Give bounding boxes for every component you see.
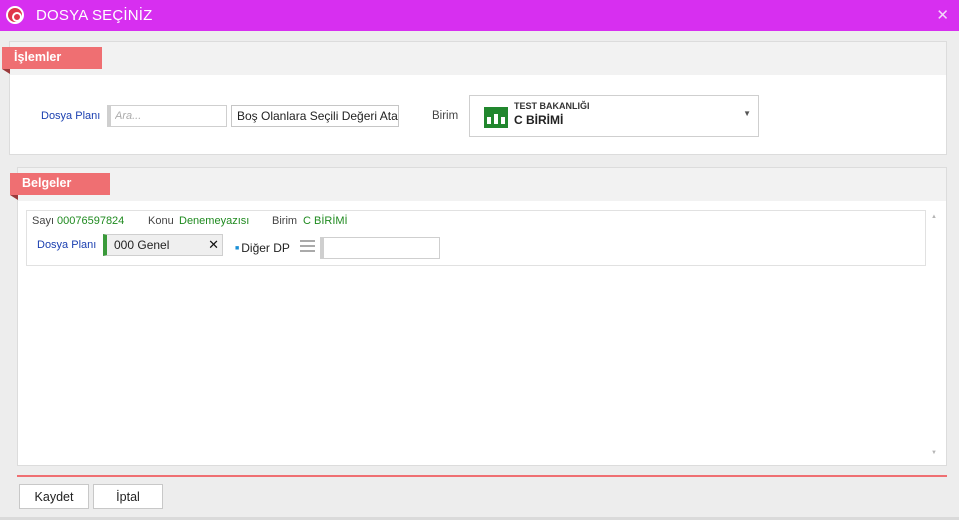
cancel-button[interactable]: İptal <box>93 484 163 509</box>
operations-header: İşlemler <box>2 47 102 74</box>
file-plan-search-input[interactable] <box>107 105 227 127</box>
close-icon[interactable]: ✕ <box>936 6 949 24</box>
scroll-down-icon[interactable]: ▼ <box>931 450 937 456</box>
save-button[interactable]: Kaydet <box>19 484 89 509</box>
number-label: Sayı <box>32 215 55 227</box>
building-icon <box>484 107 508 128</box>
window-title: DOSYA SEÇİNİZ <box>36 7 153 24</box>
scroll-up-icon[interactable]: ▲ <box>931 214 937 220</box>
document-unit-label: Birim <box>272 215 298 227</box>
title-bar: DOSYA SEÇİNİZ ✕ <box>0 0 959 31</box>
unit-label: Birim <box>432 110 459 122</box>
other-dp-label: ■ Diğer DP <box>235 241 290 255</box>
assign-selected-to-empty-button[interactable]: Boş Olanlara Seçili Değeri Ata <box>231 105 399 127</box>
footer-divider <box>17 475 947 477</box>
app-logo-icon <box>6 6 24 24</box>
other-dp-label-text: Diğer DP <box>241 241 290 255</box>
documents-header: Belgeler <box>10 173 110 200</box>
document-card: Sayı 00076597824 Konu Denemeyazısı Birim… <box>26 210 926 266</box>
documents-panel-header: Belgeler <box>10 168 946 201</box>
document-unit: C BİRİMİ <box>303 215 348 227</box>
unit-organization: TEST BAKANLIĞI <box>514 101 590 111</box>
list-icon[interactable] <box>300 240 315 252</box>
document-number: 00076597824 <box>57 215 125 227</box>
remove-icon[interactable]: ✕ <box>208 237 219 253</box>
other-dp-input[interactable] <box>320 237 440 259</box>
file-plan-label: Dosya Planı <box>41 110 101 122</box>
required-dot-icon: ■ <box>235 245 240 253</box>
document-subject: Denemeyazısı <box>179 215 250 227</box>
unit-name: C BİRİMİ <box>514 113 564 127</box>
operations-panel-header: İşlemler <box>2 42 946 75</box>
chevron-down-icon: ▼ <box>743 109 751 118</box>
documents-panel: Belgeler Sayı 00076597824 Konu Denemeyaz… <box>10 167 947 466</box>
file-plan-chip-label: 000 Genel <box>114 238 170 252</box>
operations-panel: İşlemler Dosya Planı Boş Olanlara Seçili… <box>2 41 947 155</box>
file-plan-chip[interactable]: 000 Genel ✕ <box>103 234 223 256</box>
unit-select[interactable]: TEST BAKANLIĞI C BİRİMİ ▼ <box>469 95 759 137</box>
subject-label: Konu <box>148 215 174 227</box>
document-file-plan-label: Dosya Planı <box>37 239 97 251</box>
